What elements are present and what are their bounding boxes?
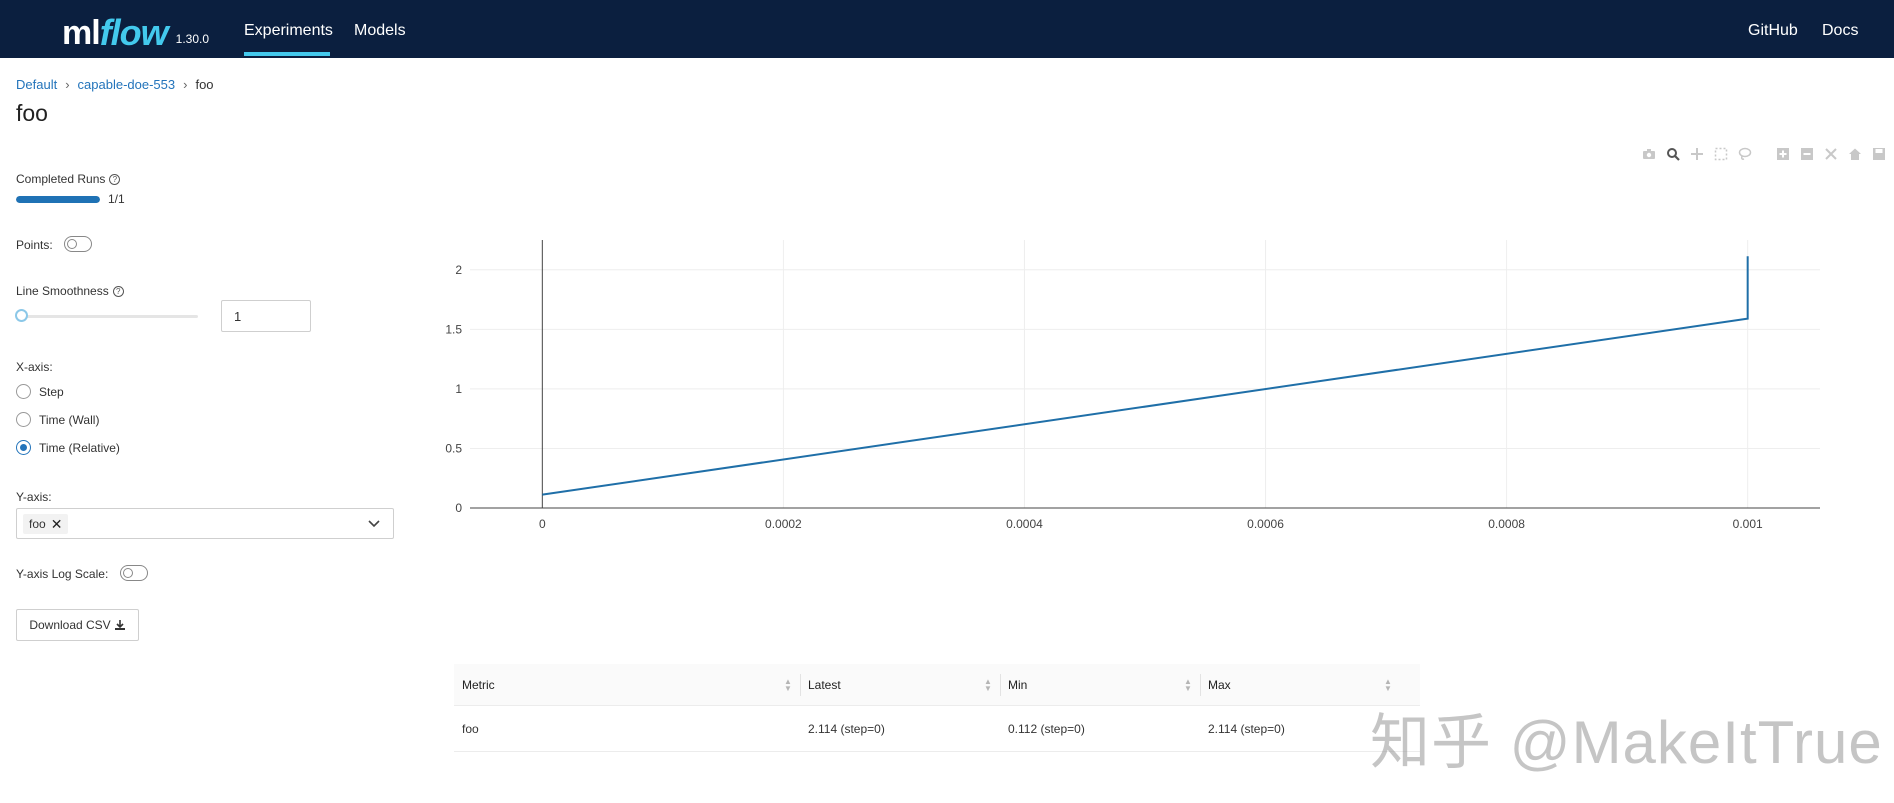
chevron-down-icon[interactable] (367, 516, 381, 533)
sort-icon[interactable]: ▲ ▼ (784, 678, 792, 693)
radio-time-relative[interactable] (16, 440, 31, 455)
yaxis-label: Y-axis: (16, 490, 52, 504)
radio-label: Time (Relative) (39, 440, 120, 455)
x-tick-label: 0 (539, 517, 546, 531)
zoom-icon[interactable] (1664, 146, 1682, 162)
smoothness-slider-track[interactable] (20, 315, 198, 318)
points-toggle[interactable] (64, 236, 92, 252)
xaxis-option-time-relative[interactable]: Time (Relative) (16, 440, 120, 455)
close-icon[interactable]: ✕ (51, 514, 63, 534)
download-csv-label: Download CSV (29, 618, 111, 632)
x-tick-label: 0.0004 (1006, 517, 1043, 531)
nav-active-indicator (244, 52, 330, 56)
camera-icon[interactable] (1640, 146, 1658, 162)
download-csv-button[interactable]: Download CSV (16, 609, 139, 641)
page-title: foo (16, 100, 48, 126)
yaxis-tag-label: foo (29, 517, 46, 531)
column-header-metric[interactable]: Metric (454, 664, 800, 705)
mlflow-logo[interactable]: ml flow 1.30.0 (62, 6, 210, 53)
nav-github[interactable]: GitHub (1748, 0, 1798, 58)
save-icon[interactable] (1870, 146, 1888, 162)
column-header-min[interactable]: Min (1000, 664, 1200, 705)
sort-icon[interactable]: ▲ ▼ (984, 678, 992, 693)
y-tick-label: 1 (455, 382, 462, 396)
y-tick-label: 2 (455, 263, 462, 277)
yaxis-select[interactable]: foo ✕ (16, 508, 394, 539)
box-select-icon[interactable] (1712, 146, 1730, 162)
breadcrumb-default[interactable]: Default (16, 77, 57, 92)
y-tick-label: 0.5 (445, 441, 462, 455)
table-header: Metric ▲ ▼ Latest ▲ ▼ Min ▲ ▼ Max ▲ ▼ (454, 664, 1420, 706)
metric-line-chart[interactable]: 0 0.5 1 1.5 2 0 0.0002 0.0004 0.0006 0.0008 0.001 (440, 230, 1830, 540)
top-navbar: ml flow 1.30.0 Experiments Models GitHub… (0, 0, 1894, 58)
column-header-label: Max (1208, 677, 1231, 692)
table-row: foo 2.114 (step=0) 0.112 (step=0) 2.114 … (454, 706, 1420, 752)
x-tick-label: 0.0008 (1488, 517, 1525, 531)
line-smoothness-label: Line Smoothness ? (16, 284, 124, 298)
pan-icon[interactable] (1688, 146, 1706, 162)
yaxis-tag: foo ✕ (23, 514, 69, 534)
radio-label: Step (39, 384, 64, 399)
download-icon (114, 620, 125, 630)
cell-min: 0.112 (step=0) (1008, 721, 1085, 736)
line-smoothness-text: Line Smoothness (16, 284, 109, 298)
radio-label: Time (Wall) (39, 412, 100, 427)
logo-flow-text: flow (99, 12, 169, 53)
toggle-knob (123, 568, 133, 578)
xaxis-option-step[interactable]: Step (16, 384, 64, 399)
smoothness-input[interactable] (221, 300, 311, 332)
sort-icon[interactable]: ▲ ▼ (1184, 678, 1192, 693)
x-tick-label: 0.0006 (1247, 517, 1284, 531)
toggle-knob (67, 239, 77, 249)
progress-fill (16, 196, 100, 203)
column-header-label: Metric (462, 677, 495, 692)
breadcrumb-run[interactable]: capable-doe-553 (78, 77, 176, 92)
completed-runs-text: Completed Runs (16, 172, 106, 186)
points-label: Points: (16, 238, 53, 252)
breadcrumb-separator: › (65, 77, 70, 92)
help-icon[interactable]: ? (109, 173, 121, 185)
radio-step[interactable] (16, 384, 31, 399)
x-tick-label: 0.001 (1733, 517, 1763, 531)
y-tick-label: 1.5 (445, 322, 462, 336)
completed-runs-label: Completed Runs ? (16, 172, 121, 186)
yaxis-log-label: Y-axis Log Scale: (16, 567, 109, 581)
nav-docs[interactable]: Docs (1822, 0, 1858, 58)
smoothness-slider-handle[interactable] (15, 309, 28, 322)
sort-icon[interactable]: ▲ ▼ (1384, 678, 1392, 693)
breadcrumb-metric: foo (195, 77, 214, 92)
completed-runs-progress (16, 196, 100, 203)
zoom-out-icon[interactable] (1798, 146, 1816, 162)
lasso-icon[interactable] (1736, 146, 1754, 162)
radio-time-wall[interactable] (16, 412, 31, 427)
completed-runs-count: 1/1 (108, 192, 125, 206)
xaxis-label: X-axis: (16, 360, 53, 374)
home-icon[interactable] (1846, 146, 1864, 162)
yaxis-log-toggle[interactable] (120, 565, 148, 581)
cell-max: 2.114 (step=0) (1208, 721, 1285, 736)
autoscale-icon[interactable] (1822, 146, 1840, 162)
y-tick-label: 0 (455, 501, 462, 515)
metrics-table: Metric ▲ ▼ Latest ▲ ▼ Min ▲ ▼ Max ▲ ▼ foo 2.… (454, 664, 1420, 752)
column-header-label: Latest (808, 677, 841, 692)
x-tick-label: 0.0002 (765, 517, 802, 531)
breadcrumb-separator: › (183, 77, 188, 92)
xaxis-option-time-wall[interactable]: Time (Wall) (16, 412, 99, 427)
zoom-in-icon[interactable] (1774, 146, 1792, 162)
watermark: 知乎 @MakeItTrue (1370, 709, 1883, 776)
version-label: 1.30.0 (175, 32, 210, 46)
nav-experiments[interactable]: Experiments (244, 0, 333, 58)
cell-latest: 2.114 (step=0) (808, 721, 885, 736)
cell-metric: foo (462, 721, 479, 736)
column-header-latest[interactable]: Latest (800, 664, 1000, 705)
help-icon[interactable]: ? (112, 285, 124, 297)
nav-models[interactable]: Models (354, 0, 406, 58)
plot-toolbar (1640, 146, 1888, 162)
logo-ml-text: ml (62, 14, 101, 52)
column-header-label: Min (1008, 677, 1028, 692)
breadcrumb: Default › capable-doe-553 › foo (16, 77, 214, 92)
series-line-foo (542, 256, 1749, 496)
